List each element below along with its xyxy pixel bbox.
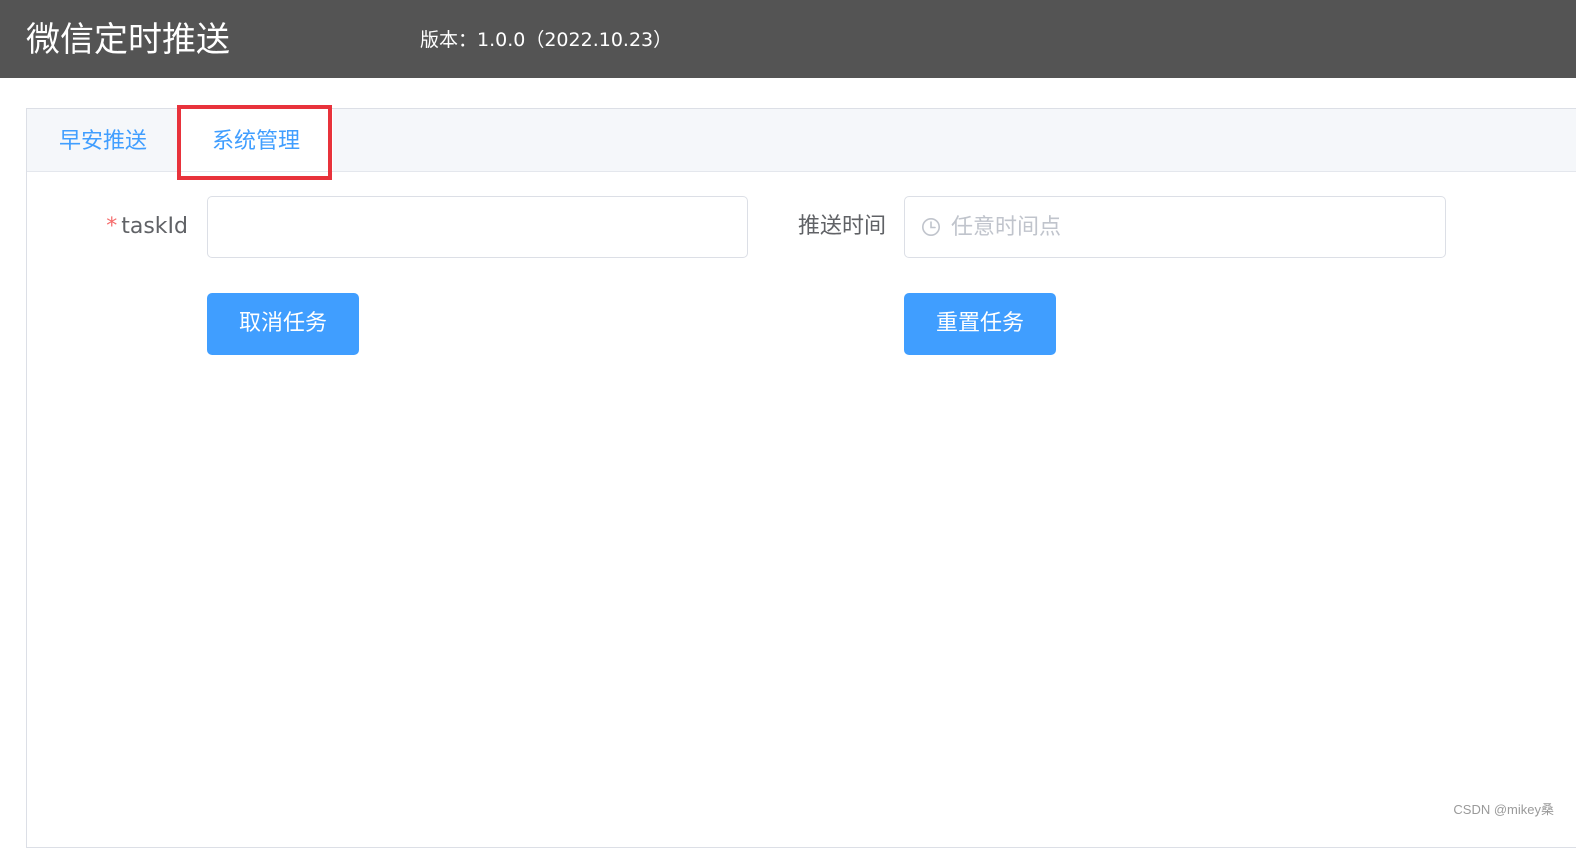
tab-bar: 早安推送 系统管理 — [27, 109, 1576, 172]
task-id-label: *taskId — [100, 212, 188, 242]
task-id-label-text: taskId — [121, 214, 188, 239]
task-id-input[interactable] — [207, 196, 748, 258]
cancel-task-button[interactable]: 取消任务 — [207, 293, 359, 355]
app-title: 微信定时推送 — [26, 18, 230, 62]
push-time-label: 推送时间 — [790, 212, 886, 242]
push-time-input[interactable] — [951, 197, 1431, 257]
reset-task-button[interactable]: 重置任务 — [904, 293, 1056, 355]
tab-morning-push[interactable]: 早安推送 — [59, 109, 147, 171]
app-header: 微信定时推送 版本：1.0.0（2022.10.23） — [0, 0, 1576, 78]
version-label: 版本：1.0.0（2022.10.23） — [420, 27, 672, 53]
clock-icon — [921, 217, 941, 237]
push-time-picker[interactable] — [904, 196, 1446, 258]
watermark: CSDN @mikey桑 — [1453, 799, 1554, 818]
required-star: * — [106, 214, 117, 239]
tab-system-management[interactable]: 系统管理 — [179, 109, 333, 171]
